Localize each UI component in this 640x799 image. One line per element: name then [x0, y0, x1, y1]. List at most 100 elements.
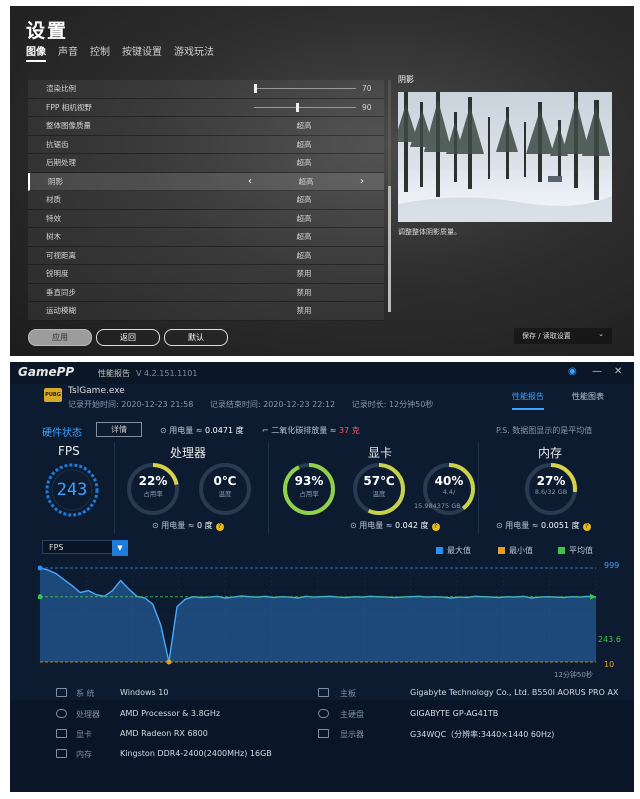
render-scale-slider[interactable] [254, 84, 356, 93]
help-icon[interactable]: ? [431, 523, 440, 531]
window-title: 性能报告 V 4.2.151.1101 [98, 368, 197, 379]
fov-slider[interactable] [254, 102, 356, 112]
option-value: 超高 [296, 139, 312, 149]
report-title: 性能报告 [98, 369, 130, 378]
apply-button[interactable]: 应用 [28, 329, 92, 346]
option-value: 禁用 [296, 287, 312, 297]
snow-forest-preview-image [398, 92, 612, 222]
settings-tabs: 图像 声音 控制 按键设置 游戏玩法 [26, 43, 214, 62]
cpu-usage-value: 22% [138, 474, 168, 488]
ram-usage-sub: 8.6/32 GB [534, 488, 568, 496]
tab-keybinds[interactable]: 按键设置 [122, 43, 162, 62]
memory-stick-icon [56, 749, 67, 758]
slider-knob[interactable] [254, 84, 257, 93]
default-button[interactable]: 默认 [164, 329, 228, 346]
game-executable: TslGame.exe [68, 386, 125, 396]
tab-gameplay[interactable]: 游戏玩法 [174, 43, 214, 62]
tab-sound[interactable]: 声音 [58, 43, 78, 62]
option-label: 材质 [46, 195, 61, 204]
option-vsync[interactable]: 垂直同步 禁用 [28, 283, 384, 302]
divider [268, 442, 269, 534]
divider [478, 442, 479, 534]
tab-performance-report[interactable]: 性能报告 [512, 391, 544, 410]
slider-knob[interactable] [296, 102, 299, 112]
power-icon: ⊙ [160, 426, 170, 435]
option-sharpness[interactable]: 锐明度 禁用 [28, 265, 384, 284]
disk-icon [318, 709, 329, 718]
option-effects[interactable]: 特效 超高 [28, 209, 384, 228]
option-foliage[interactable]: 树木 超高 [28, 228, 384, 247]
record-duration: 记录时长: 12分钟50秒 [351, 400, 434, 409]
legend-swatch-max [436, 547, 443, 554]
options-scrollbar-thumb[interactable] [388, 186, 391, 312]
chevron-left-icon[interactable]: ‹ [248, 173, 252, 190]
save-load-settings-dropdown[interactable]: 保存 / 读取设置 ⌄ [514, 328, 612, 344]
tab-control[interactable]: 控制 [90, 43, 110, 62]
ram-value: Kingston DDR4-2400(2400MHz) 16GB [120, 749, 272, 758]
gpu-usage-text: 93% 占用率 [283, 474, 335, 498]
option-value: 超高 [296, 232, 312, 241]
fps-value: 243 [56, 480, 88, 500]
gpu-section-title: 显卡 [368, 446, 393, 460]
help-icon[interactable]: ? [582, 523, 591, 531]
y-label-min: 10 [604, 660, 615, 669]
record-end: 记录结束时间: 2020-12-23 22:12 [209, 400, 336, 409]
preview-description: 调整整体阴影质量。 [398, 228, 461, 236]
option-post-processing[interactable]: 后期处理 超高 [28, 154, 384, 173]
tab-performance-chart[interactable]: 性能图表 [572, 391, 604, 402]
monitor-icon [318, 729, 329, 738]
gpu-card-icon [56, 729, 67, 738]
option-label: 后期处理 [46, 158, 76, 167]
cpu-temp-label: 温度 [218, 490, 232, 498]
minimize-icon[interactable]: — [592, 366, 602, 377]
preview-title: 阴影 [398, 75, 414, 84]
cpu-chip-icon [56, 709, 67, 718]
option-label: FPP 相机视野 [46, 102, 92, 112]
cpu-value: AMD Processor & 3.8GHz [120, 709, 221, 718]
gpu-usage-value: 93% [294, 474, 324, 488]
legend-label: 平均值 [569, 546, 593, 555]
chevron-right-icon[interactable]: › [360, 173, 364, 190]
details-button[interactable]: 详情 [96, 422, 142, 437]
power-label: 用电量 ≈ [161, 521, 195, 530]
legend-max: 最大值 [436, 545, 471, 556]
option-shadows[interactable]: 阴影 ‹ 超高 › [28, 172, 384, 191]
option-label: 锐明度 [46, 269, 69, 278]
ram-label: 内存 [76, 750, 92, 759]
tab-graphics[interactable]: 图像 [26, 43, 46, 62]
co2-label: 二氧化碳排放量 ≈ [271, 426, 337, 435]
ram-usage-text: 27% 8.6/32 GB [525, 474, 577, 496]
gpu-temp-value: 57℃ [363, 474, 395, 488]
option-anti-aliasing[interactable]: 抗锯齿 超高 [28, 135, 384, 154]
power-icon: ⊙ [496, 521, 506, 530]
power-value: 0.0051 度 [541, 521, 580, 530]
gpu-memory-total: 15.984375 GB [414, 502, 461, 510]
power-value: 0.042 度 [395, 521, 429, 530]
gamepp-logo: GamePP [18, 365, 75, 379]
option-overall-quality[interactable]: 整体图像质量 超高 [28, 117, 384, 136]
back-button[interactable]: 返回 [96, 329, 160, 346]
close-icon[interactable]: ✕ [614, 366, 622, 377]
camera-icon[interactable]: ◉ [568, 366, 577, 377]
record-start: 记录开始时间: 2020-12-23 21:58 [68, 400, 194, 409]
option-number: 70 [362, 84, 372, 93]
option-fpp-fov[interactable]: FPP 相机视野 90 [28, 98, 384, 117]
legend-swatch-avg [558, 547, 565, 554]
option-number: 90 [362, 102, 372, 112]
disk-value: GIGABYTE GP-AG41TB [410, 709, 499, 718]
option-textures[interactable]: 材质 超高 [28, 191, 384, 210]
gamepp-performance-report: GamePP 性能报告 V 4.2.151.1101 ◉ — ✕ PUBG Tsl… [10, 362, 634, 792]
windows-icon [56, 688, 67, 697]
option-motion-blur[interactable]: 运动模糊 禁用 [28, 302, 384, 321]
help-icon[interactable]: ? [215, 523, 224, 531]
dropdown-arrow-icon[interactable]: ▼ [112, 540, 128, 556]
option-view-distance[interactable]: 可视距离 超高 [28, 246, 384, 265]
legend-swatch-min [498, 547, 505, 554]
board-label: 主板 [340, 689, 356, 698]
option-value: 超高 [296, 121, 312, 130]
option-render-scale[interactable]: 渲染比例 70 [28, 80, 384, 99]
option-value: 超高 [296, 158, 312, 167]
legend-min: 最小值 [498, 545, 533, 556]
cpu-section-title: 处理器 [170, 446, 207, 460]
preview-illustration [398, 92, 612, 222]
